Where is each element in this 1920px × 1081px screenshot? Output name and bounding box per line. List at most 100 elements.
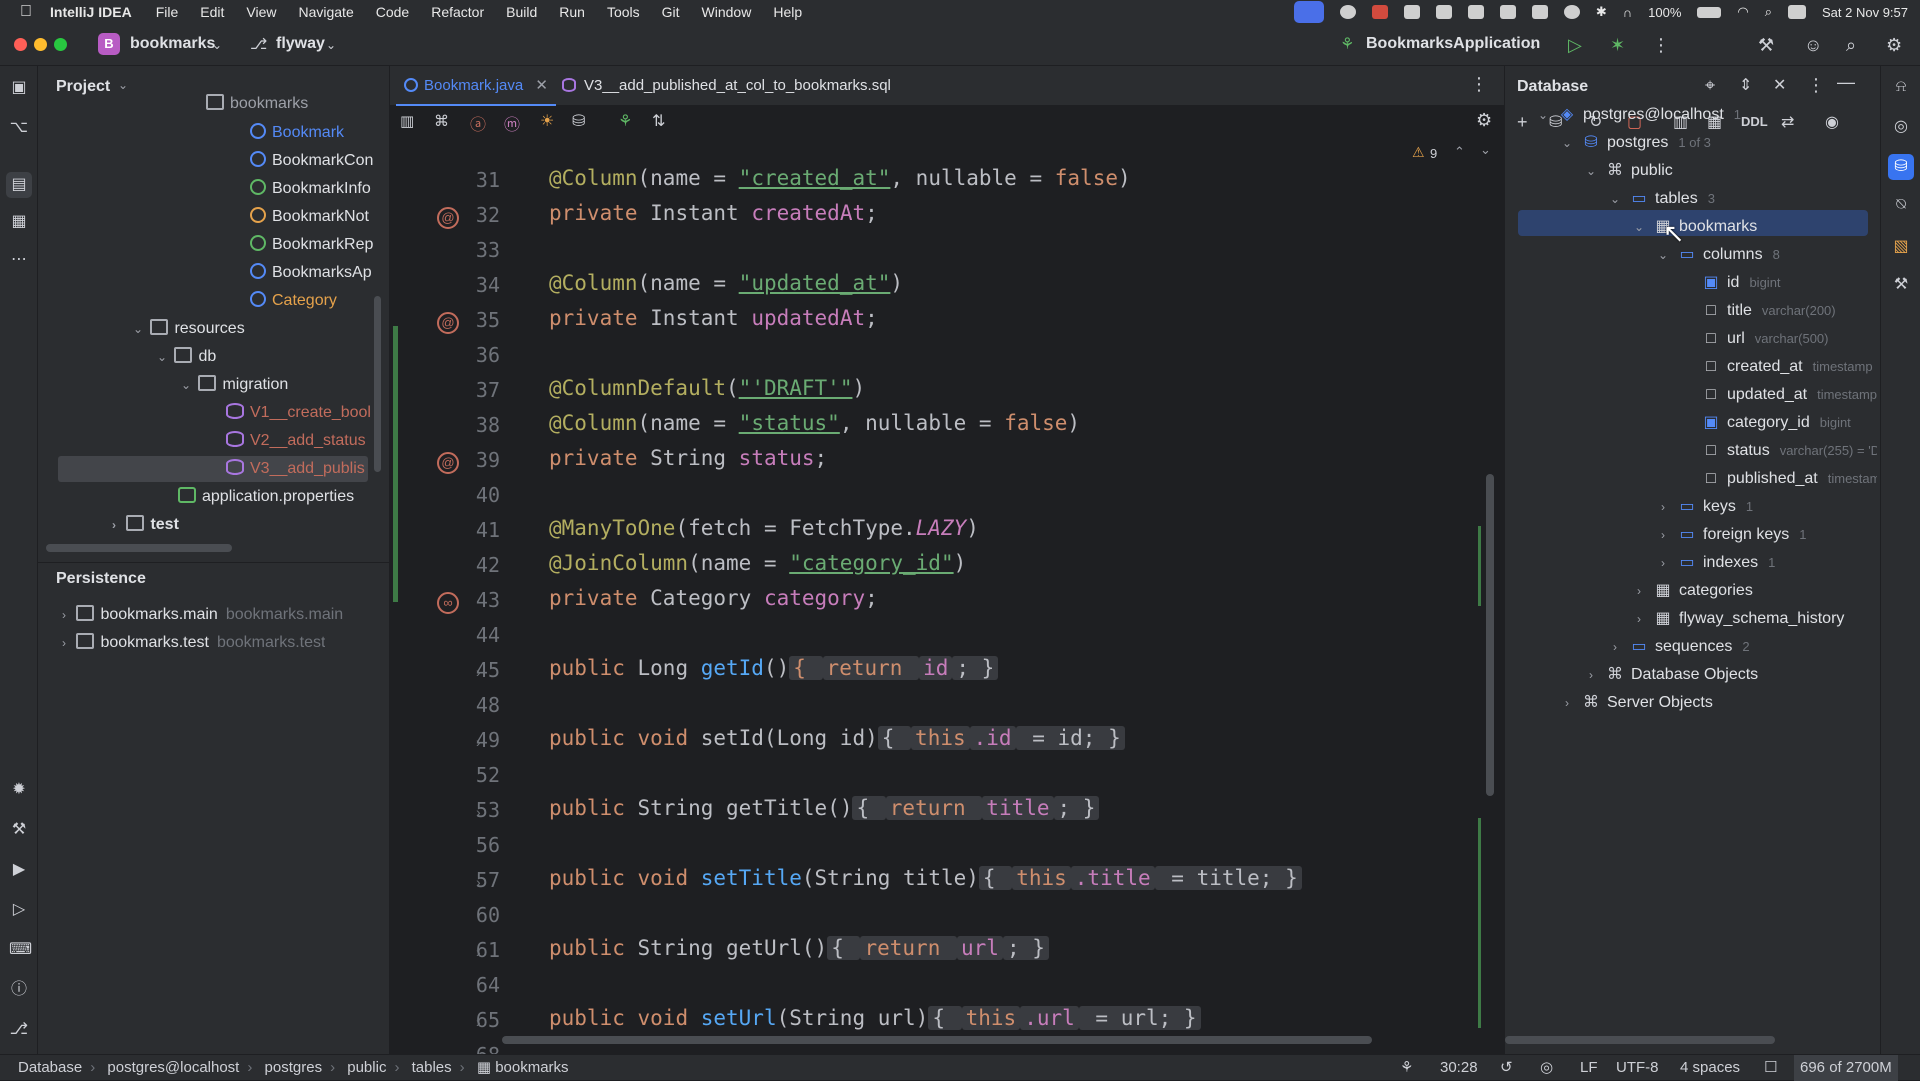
relation-gutter-icon[interactable]: ∞ (437, 592, 459, 614)
more-vertical-icon[interactable]: ⋮ (1807, 75, 1825, 96)
code-line[interactable]: private Category category; (549, 586, 878, 610)
db-tree-database-objects[interactable]: › ⌘ Database Objects (1583, 662, 1877, 688)
line-number[interactable]: 31 (390, 168, 500, 192)
menu-tools[interactable]: Tools (607, 4, 640, 20)
line-number[interactable]: 60 (390, 903, 500, 927)
db-tree-column-created-at[interactable]: □ created_at timestamp (1679, 354, 1877, 380)
db-tree-columns-folder[interactable]: ⌄ ▭ columns 8 (1655, 242, 1877, 268)
line-number[interactable]: 37 (390, 378, 500, 402)
menu-file[interactable]: File (156, 4, 179, 20)
tree-item-bookmark-not-found[interactable]: BookmarkNot (250, 204, 390, 230)
breadcrumb-public[interactable]: public (347, 1059, 386, 1076)
chevron-down-icon[interactable]: ⌄ (1631, 214, 1647, 240)
code-line[interactable]: private String status; (549, 446, 827, 470)
chevron-right-icon[interactable]: › (1655, 494, 1671, 520)
maven-icon[interactable]: ▧ (1891, 236, 1911, 256)
app-status-icon[interactable] (1371, 5, 1388, 19)
line-number[interactable]: 56 (390, 833, 500, 857)
lock-icon[interactable]: ⚘ (1400, 1055, 1413, 1081)
control-center-icon[interactable] (1788, 5, 1806, 19)
chevron-down-icon[interactable]: ⌄ (178, 372, 194, 398)
build-hammer-icon[interactable]: ⚒ (1758, 35, 1774, 55)
menu-view[interactable]: View (246, 4, 276, 20)
database-query-icon[interactable]: ⛁ (572, 111, 585, 131)
db-tree-column-id[interactable]: ▣ id bigint (1679, 270, 1877, 296)
zoom-window-button[interactable] (54, 38, 67, 51)
close-tab-icon[interactable]: ✕ (535, 77, 548, 94)
chevron-right-icon[interactable]: › (1631, 578, 1647, 604)
db-tree-foreign-keys-folder[interactable]: › ▭ foreign keys 1 (1655, 522, 1877, 548)
build-tool-icon[interactable]: ⚒ (9, 820, 29, 840)
notes-icon[interactable] (1403, 5, 1420, 19)
add-user-icon[interactable]: ☺ (1804, 35, 1822, 55)
minimize-window-button[interactable] (34, 38, 47, 51)
code-line[interactable]: @ColumnDefault("'DRAFT'") (549, 376, 865, 400)
tree-item-bookmark-repository[interactable]: BookmarkRep (250, 232, 390, 258)
app-menu[interactable]: IntelliJ IDEA (50, 4, 132, 20)
menu-run[interactable]: Run (559, 4, 585, 20)
pull-requests-icon[interactable]: ⌥ (9, 118, 29, 138)
line-number[interactable]: 57 (390, 868, 500, 892)
screen-share-icon[interactable] (1293, 1, 1324, 23)
fold-chevron-icon[interactable]: › (476, 804, 481, 820)
tab-bookmark-java[interactable]: Bookmark.java ✕ (396, 66, 556, 106)
db-tree-column-title[interactable]: □ title varchar(200) (1679, 298, 1877, 324)
project-selector[interactable]: bookmarks (130, 35, 215, 53)
breadcrumb-bookmarks[interactable]: bookmarks (495, 1059, 568, 1076)
close-window-button[interactable] (14, 38, 27, 51)
chevron-down-icon[interactable]: ⌄ (1535, 102, 1551, 128)
headphones-icon[interactable]: ∩ (1623, 5, 1632, 20)
chevron-down-icon[interactable]: ⌄ (1528, 35, 1538, 55)
tree-item-resources[interactable]: ⌄ resources (130, 316, 245, 342)
clock[interactable]: Sat 2 Nov 9:57 (1822, 5, 1908, 20)
code-line[interactable]: private Instant createdAt; (549, 201, 878, 225)
code-line[interactable]: public String getTitle(){ return title; … (549, 796, 1100, 820)
line-number[interactable]: 38 (390, 413, 500, 437)
run-tool-icon[interactable]: ▷ (9, 900, 29, 920)
db-tree-sequences-folder[interactable]: › ▭ sequences 2 (1607, 634, 1877, 660)
tree-item-migration[interactable]: ⌄ migration (178, 372, 288, 398)
line-number[interactable]: 45 (390, 658, 500, 682)
tree-item-bookmark-class[interactable]: Bookmark (250, 120, 344, 146)
line-number[interactable]: 34 (390, 273, 500, 297)
db-tree-column-category-id[interactable]: ▣ category_id bigint (1679, 410, 1877, 436)
inspections-icon[interactable]: ↺ (1500, 1055, 1513, 1081)
menu-build[interactable]: Build (506, 4, 537, 20)
line-number[interactable]: 48 (390, 693, 500, 717)
cube-icon[interactable] (1435, 5, 1452, 19)
fold-chevron-icon[interactable]: › (476, 664, 481, 680)
structure-icon[interactable]: ▦ (9, 212, 29, 232)
target-icon[interactable]: ⌖ (1705, 75, 1715, 96)
run-configuration-selector[interactable]: BookmarksApplication (1366, 35, 1540, 53)
menu-edit[interactable]: Edit (200, 4, 224, 20)
project-badge[interactable]: B (98, 33, 120, 55)
chat-icon[interactable] (1467, 5, 1484, 19)
tree-item-db[interactable]: ⌄ db (154, 344, 216, 370)
read-only-lock-icon[interactable]: ☐ (1764, 1055, 1777, 1081)
tree-item-test[interactable]: › test (106, 512, 179, 538)
chevron-right-icon[interactable]: › (56, 630, 72, 656)
chevron-down-icon[interactable]: ⌄ (1559, 130, 1575, 156)
problems-icon[interactable]: ⓘ (9, 980, 29, 1000)
db-tree-column-url[interactable]: □ url varchar(500) (1679, 326, 1877, 352)
db-tree-categories-table[interactable]: › ▦ categories (1631, 578, 1877, 604)
entity-diagram-icon[interactable]: ⌘ (434, 112, 449, 130)
bluetooth-icon[interactable]: ✱ (1596, 4, 1607, 20)
hint-bulb-icon[interactable]: ☀ (540, 111, 554, 131)
code-line[interactable]: public Long getId(){ return id; } (549, 656, 999, 680)
file-encoding[interactable]: UTF-8 (1616, 1055, 1659, 1081)
db-tree-flyway-schema-history-table[interactable]: › ▦ flyway_schema_history (1631, 606, 1877, 632)
db-tree-public-schema[interactable]: ⌄ ⌘ public (1583, 158, 1877, 184)
more-horizontal-icon[interactable]: ⋯ (9, 250, 29, 270)
next-highlight-icon[interactable]: ⌄ (1480, 142, 1491, 158)
warning-icon[interactable]: ⚠ (1412, 144, 1425, 161)
gradle-icon[interactable]: ⚒ (1891, 274, 1911, 294)
column-mapping-gutter-icon[interactable]: @ (437, 452, 459, 474)
line-number[interactable]: 65 (390, 1008, 500, 1032)
line-number[interactable]: 33 (390, 238, 500, 262)
cursor-position[interactable]: 30:28 (1440, 1055, 1478, 1081)
record-icon[interactable] (1339, 5, 1356, 19)
menu-code[interactable]: Code (376, 4, 409, 20)
line-separator[interactable]: LF (1580, 1055, 1598, 1081)
line-number[interactable]: 36 (390, 343, 500, 367)
